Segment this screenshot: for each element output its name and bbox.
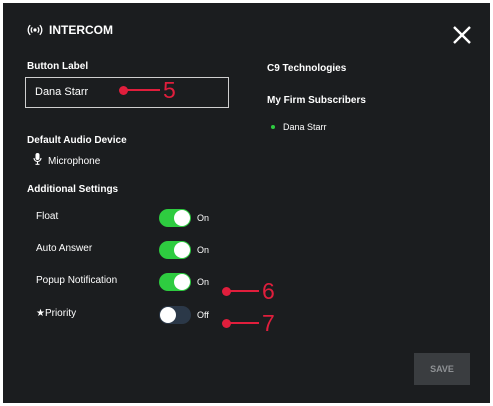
subscriber-name: Dana Starr: [283, 122, 327, 132]
annotation-6-number: 6: [262, 278, 275, 304]
subscriber-item[interactable]: Dana Starr: [271, 122, 327, 132]
priority-toggle[interactable]: [159, 306, 191, 324]
toggle-knob: [160, 307, 176, 323]
annotation-7-line: [227, 322, 259, 324]
popup-notification-toggle[interactable]: [159, 273, 191, 291]
float-state: On: [197, 213, 210, 223]
microphone-icon: [33, 152, 42, 170]
toggle-knob: [174, 274, 190, 290]
company-name: C9 Technologies: [267, 63, 347, 74]
close-icon[interactable]: [451, 24, 473, 46]
setting-label-float: Float: [36, 211, 59, 222]
additional-settings-heading: Additional Settings: [27, 184, 119, 195]
audio-device-row: Microphone: [33, 152, 100, 170]
intercom-dialog: INTERCOM Button Label Dana Starr 5 Defau…: [3, 3, 490, 403]
broadcast-icon: [27, 24, 43, 36]
dialog-header: INTERCOM: [27, 23, 113, 37]
audio-device-name: Microphone: [48, 155, 101, 167]
dialog-title: INTERCOM: [49, 23, 113, 37]
annotation-5-number: 5: [163, 77, 176, 103]
save-button[interactable]: SAVE: [414, 353, 470, 385]
setting-label-auto-answer: Auto Answer: [36, 243, 93, 254]
popup-notification-state: On: [197, 277, 210, 287]
toggle-knob: [174, 210, 190, 226]
auto-answer-state: On: [197, 245, 210, 255]
priority-state: Off: [197, 310, 209, 320]
subscribers-heading: My Firm Subscribers: [267, 95, 366, 106]
setting-label-priority: ★Priority: [36, 308, 77, 319]
float-toggle[interactable]: [159, 209, 191, 227]
auto-answer-toggle[interactable]: [159, 241, 191, 259]
button-label-heading: Button Label: [27, 61, 89, 72]
annotation-6-line: [227, 290, 259, 292]
online-status-dot: [271, 125, 275, 129]
toggle-knob: [174, 242, 190, 258]
audio-device-heading: Default Audio Device: [27, 135, 127, 146]
annotation-7-number: 7: [262, 310, 275, 336]
annotation-5-line: [124, 89, 160, 91]
setting-label-popup-notification: Popup Notification: [36, 275, 118, 286]
